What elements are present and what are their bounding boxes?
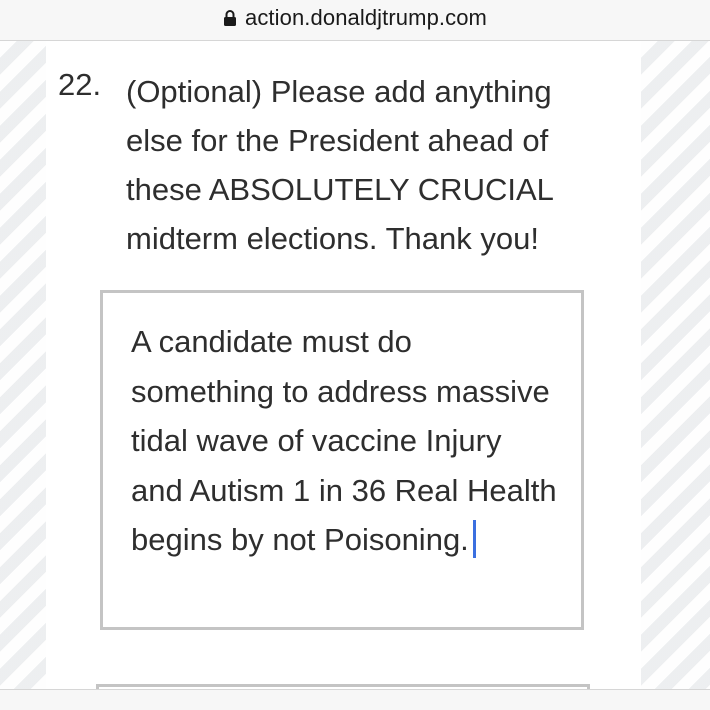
question-text: (Optional) Please add anything else for … [126,74,553,256]
lock-icon [223,9,237,27]
left-margin [0,41,46,689]
bottom-toolbar [0,689,710,710]
question-number: 22. [58,67,102,102]
survey-content: 22. (Optional) Please add anything else … [46,41,641,696]
text-caret [472,520,476,558]
url-text: action.donaldjtrump.com [245,5,487,30]
address-bar[interactable]: action.donaldjtrump.com [0,0,710,41]
answer-value: A candidate must do something to address… [131,324,557,557]
answer-text: A candidate must do something to address… [131,317,561,565]
screen: action.donaldjtrump.com 22. (Optional) P… [0,0,710,710]
address-bar-inner: action.donaldjtrump.com [223,5,487,31]
answer-textarea[interactable]: A candidate must do something to address… [100,290,584,630]
right-margin [641,41,710,689]
